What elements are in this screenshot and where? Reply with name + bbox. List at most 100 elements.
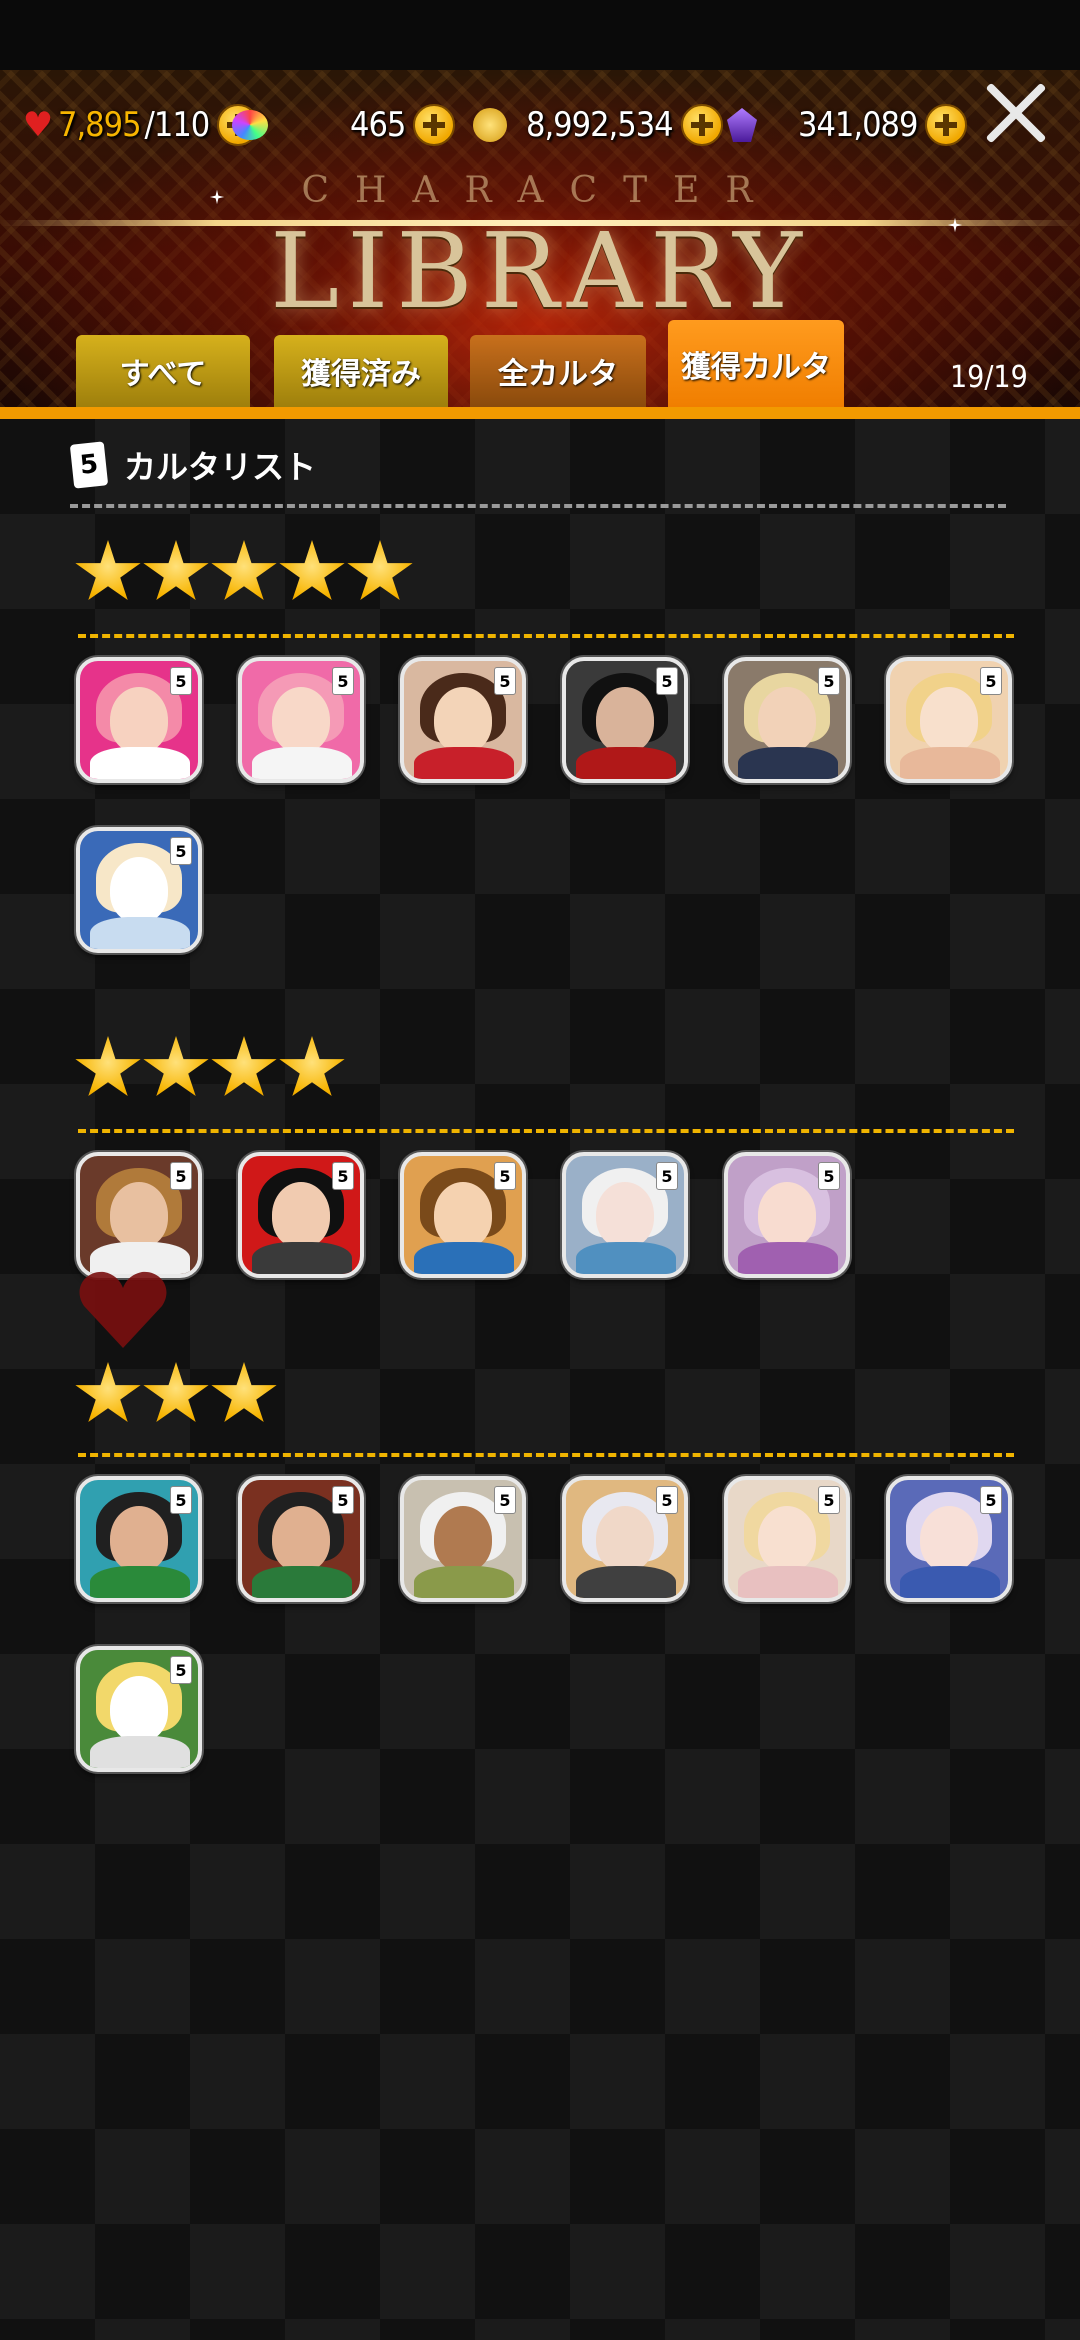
character-portrait-body	[252, 747, 352, 779]
carta-badge-icon: 5	[818, 1162, 840, 1190]
heart-icon: ♥	[22, 105, 54, 145]
carta-badge-icon: 5	[818, 1486, 840, 1514]
character-portrait-face	[110, 857, 168, 923]
carta-badge-icon: 5	[170, 667, 192, 695]
carta-badge-icon: 5	[332, 667, 354, 695]
character-portrait-face	[758, 687, 816, 753]
character-portrait-face	[434, 1506, 492, 1572]
tab-underline	[0, 407, 1080, 419]
character-card[interactable]: 5	[238, 1152, 364, 1278]
gold-value: 8,992,534	[526, 105, 674, 145]
gems-value: 465	[350, 105, 406, 145]
gold-coins-icon	[470, 105, 510, 145]
character-portrait-body	[414, 747, 514, 779]
add-crystals-button[interactable]	[925, 104, 968, 146]
carta-badge-icon: 5	[980, 1486, 1002, 1514]
carta-badge-icon: 5	[170, 1486, 192, 1514]
character-card[interactable]: 5	[400, 1476, 526, 1602]
character-card[interactable]: 5	[724, 1152, 850, 1278]
character-card[interactable]: 5	[724, 657, 850, 783]
carta-badge-icon: 5	[656, 667, 678, 695]
character-card[interactable]: 5	[724, 1476, 850, 1602]
character-portrait-face	[758, 1506, 816, 1572]
character-card[interactable]: 5	[76, 657, 202, 783]
star-icon	[75, 1362, 141, 1423]
character-portrait-face	[272, 1182, 330, 1248]
character-card[interactable]: 5	[238, 1476, 364, 1602]
character-portrait-body	[576, 1242, 676, 1274]
character-portrait-body	[900, 1566, 1000, 1598]
character-card[interactable]: 5	[562, 657, 688, 783]
add-gold-button[interactable]	[680, 104, 723, 146]
character-card[interactable]: 5	[76, 827, 202, 953]
carta-badge-icon: 5	[170, 1656, 192, 1684]
character-portrait-face	[272, 687, 330, 753]
tab-all-carta[interactable]: 全カルタ	[470, 335, 646, 407]
character-portrait-body	[738, 1566, 838, 1598]
header-divider	[70, 504, 1006, 508]
character-portrait-body	[252, 1566, 352, 1598]
character-portrait-body	[576, 747, 676, 779]
character-card[interactable]: 5	[562, 1152, 688, 1278]
star-icon	[75, 540, 141, 601]
character-card[interactable]: 5	[400, 1152, 526, 1278]
carta-badge-icon: 5	[494, 1162, 516, 1190]
crystal-value: 341,089	[798, 105, 918, 145]
tab-acquired-carta[interactable]: 獲得カルタ	[668, 320, 844, 407]
crystal-counter: 341,089	[722, 95, 968, 155]
tab-all[interactable]: すべて	[76, 335, 250, 407]
carta-badge-icon: 5	[332, 1162, 354, 1190]
carta-badge-icon: 5	[656, 1486, 678, 1514]
character-card[interactable]: 5	[76, 1152, 202, 1278]
character-card[interactable]: 5	[400, 657, 526, 783]
title-character: CHARACTER	[301, 170, 779, 211]
star-icon	[143, 1036, 209, 1097]
carta-badge-icon: 5	[494, 667, 516, 695]
carta-badge-icon: 5	[980, 667, 1002, 695]
purple-crystal-icon	[722, 105, 762, 145]
gold-counter: 8,992,534	[470, 95, 723, 155]
list-title: カルタリスト	[124, 448, 317, 486]
star-icon	[211, 1362, 277, 1423]
carta-badge-icon: 5	[818, 667, 840, 695]
character-portrait-body	[738, 747, 838, 779]
star-icon	[347, 540, 413, 601]
star-icon	[211, 540, 277, 601]
character-card[interactable]: 5	[886, 1476, 1012, 1602]
character-portrait-face	[596, 1182, 654, 1248]
star-icon	[279, 540, 345, 601]
character-portrait-body	[90, 917, 190, 949]
character-portrait-face	[758, 1182, 816, 1248]
rainbow-gem-icon	[230, 105, 270, 145]
carta-badge-icon: 5	[332, 1486, 354, 1514]
carta-badge-icon: 5	[170, 1162, 192, 1190]
carta-card-icon: 5	[69, 441, 109, 489]
character-portrait-body	[900, 747, 1000, 779]
tab-acquired[interactable]: 獲得済み	[274, 335, 448, 407]
character-portrait-face	[110, 1506, 168, 1572]
character-portrait-face	[110, 1676, 168, 1742]
character-card[interactable]: 5	[76, 1646, 202, 1772]
character-portrait-face	[596, 687, 654, 753]
rarity-stars-4	[74, 1036, 346, 1102]
rarity-stars-5	[74, 540, 414, 606]
carta-badge-icon: 5	[170, 837, 192, 865]
stamina-value: 7,895	[58, 105, 142, 145]
character-portrait-body	[738, 1242, 838, 1274]
character-card[interactable]: 5	[886, 657, 1012, 783]
character-portrait-face	[920, 1506, 978, 1572]
carta-badge-icon: 5	[494, 1486, 516, 1514]
star-icon	[143, 540, 209, 601]
character-portrait-face	[920, 687, 978, 753]
character-portrait-face	[596, 1506, 654, 1572]
close-icon[interactable]	[984, 80, 1050, 146]
character-card[interactable]: 5	[76, 1476, 202, 1602]
character-card[interactable]: 5	[562, 1476, 688, 1602]
character-card[interactable]: 5	[238, 657, 364, 783]
stamina-counter: ♥ 7,895 /110	[18, 95, 260, 155]
rarity-stars-3	[74, 1362, 278, 1428]
star-icon	[143, 1362, 209, 1423]
stamina-max: /110	[144, 105, 211, 145]
add-gems-button[interactable]	[413, 104, 456, 146]
star-icon	[279, 1036, 345, 1097]
